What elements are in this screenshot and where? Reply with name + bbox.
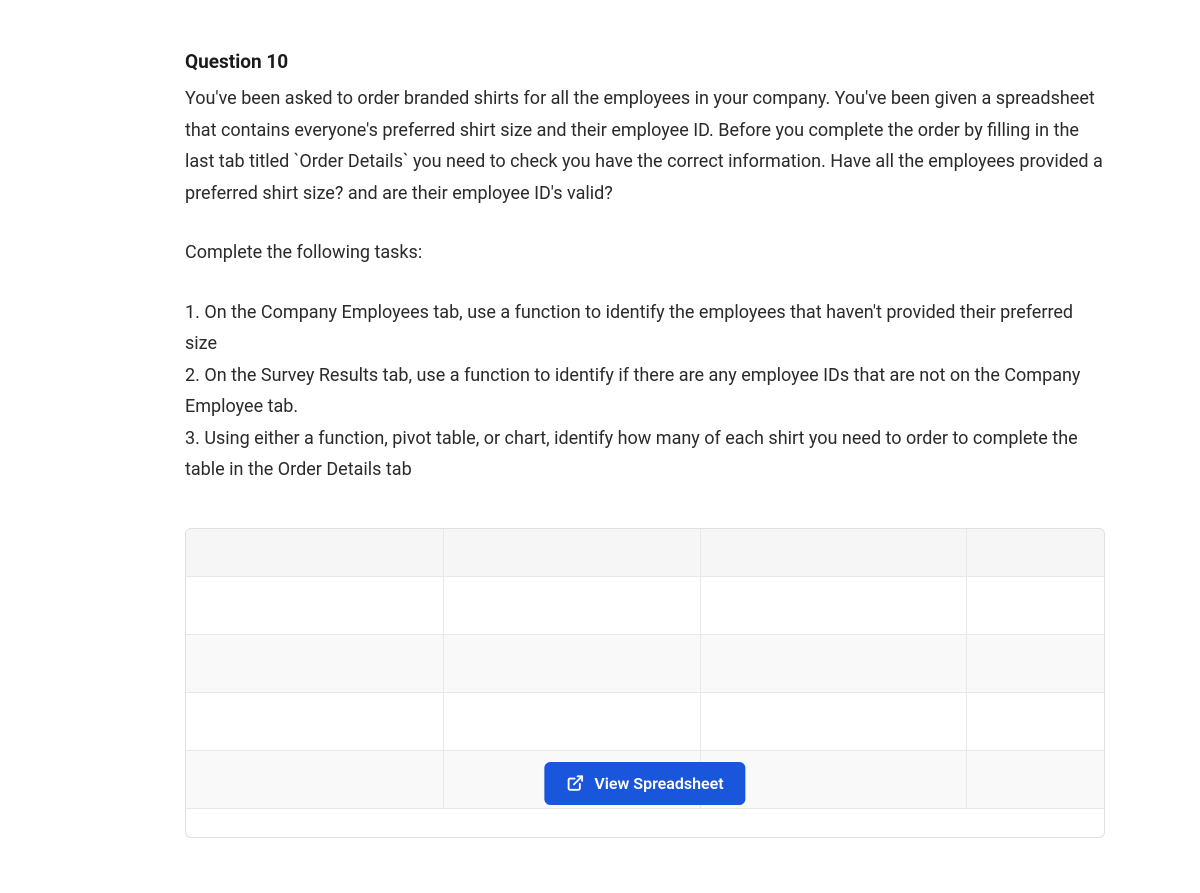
view-spreadsheet-button[interactable]: View Spreadsheet xyxy=(544,762,745,805)
table-row xyxy=(186,635,1104,693)
table-row xyxy=(186,693,1104,751)
table-row xyxy=(186,577,1104,635)
question-body: You've been asked to order branded shirt… xyxy=(185,83,1105,209)
task-2: 2. On the Survey Results tab, use a func… xyxy=(185,360,1105,423)
task-3: 3. Using either a function, pivot table,… xyxy=(185,423,1105,486)
table-header-row xyxy=(186,529,1104,577)
spreadsheet-preview: View Spreadsheet xyxy=(185,528,1105,838)
task-1: 1. On the Company Employees tab, use a f… xyxy=(185,297,1105,360)
view-spreadsheet-label: View Spreadsheet xyxy=(594,774,723,793)
question-title: Question 10 xyxy=(185,50,1105,73)
external-link-icon xyxy=(566,774,584,792)
tasks-intro: Complete the following tasks: xyxy=(185,237,1105,269)
